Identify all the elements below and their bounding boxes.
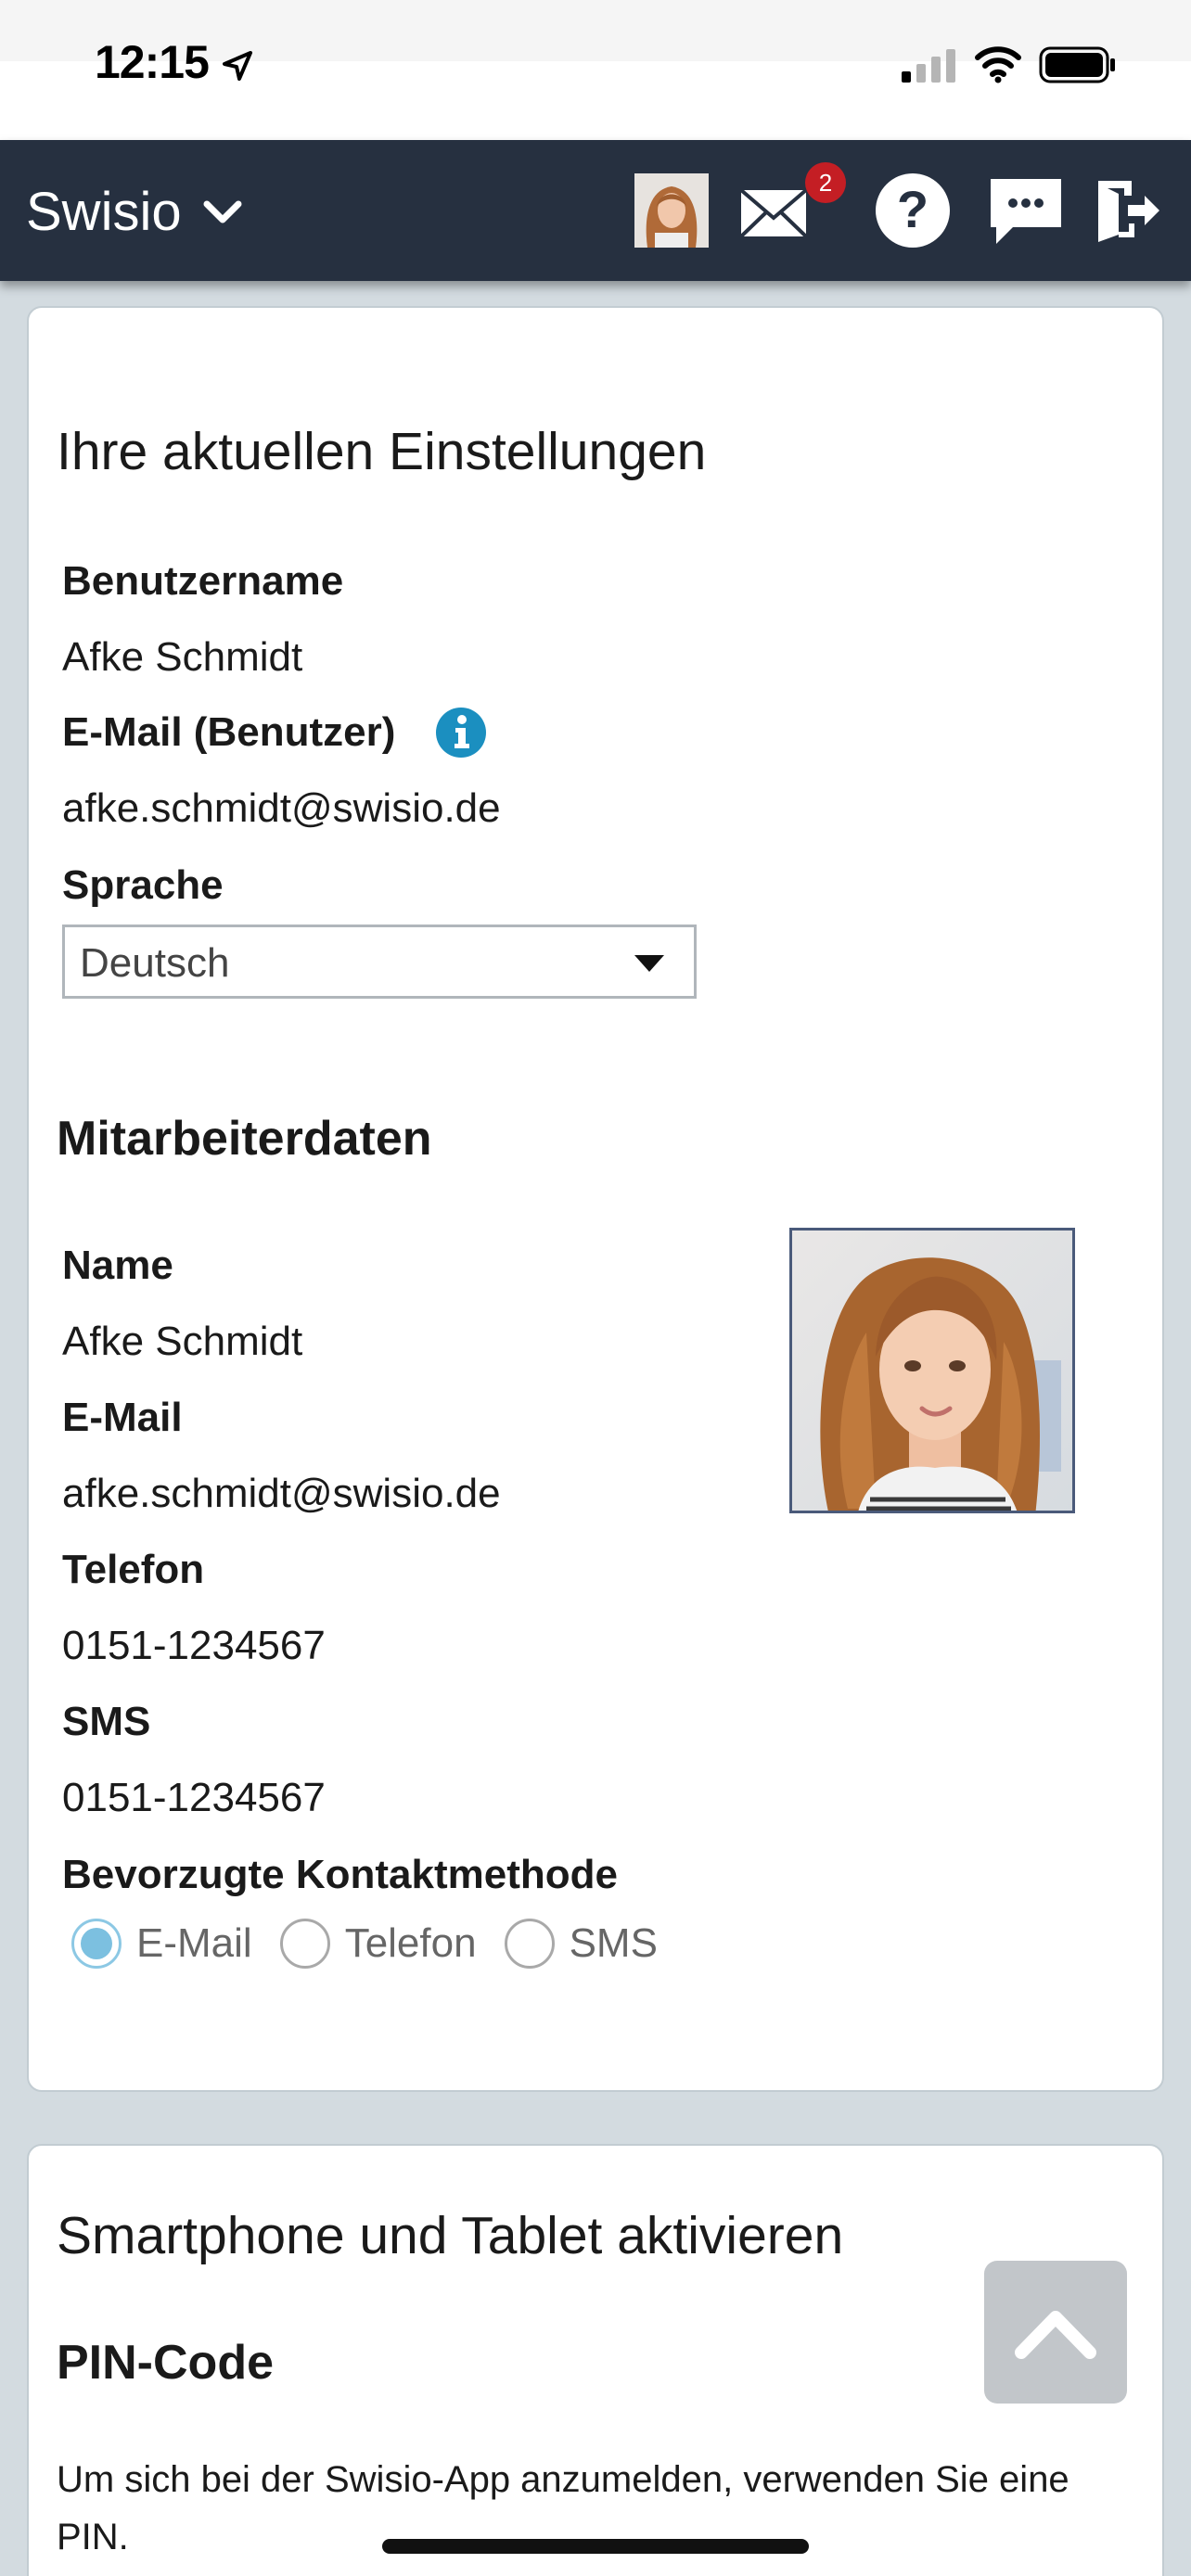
contact-method-group: E-Mail Telefon SMS bbox=[71, 1919, 685, 1969]
help-icon[interactable]: ? bbox=[874, 172, 952, 249]
status-bar: 12:15 bbox=[0, 0, 1191, 140]
user-email-label: E-Mail (Benutzer) bbox=[62, 709, 396, 755]
radio-email[interactable] bbox=[71, 1919, 122, 1969]
location-arrow-icon bbox=[223, 51, 252, 81]
status-time: 12:15 bbox=[95, 36, 210, 88]
chat-icon[interactable] bbox=[987, 172, 1065, 249]
header-avatar[interactable] bbox=[634, 173, 709, 248]
home-indicator bbox=[382, 2539, 809, 2554]
app-header: Swisio 2 ? bbox=[0, 140, 1191, 281]
devices-title: Smartphone und Tablet aktivieren bbox=[57, 2206, 844, 2265]
sms-value: 0151-1234567 bbox=[62, 1775, 326, 1820]
scroll-to-top-button[interactable] bbox=[984, 2261, 1127, 2404]
language-label: Sprache bbox=[62, 862, 224, 908]
name-label: Name bbox=[62, 1243, 173, 1288]
radio-phone[interactable] bbox=[279, 1919, 330, 1969]
email-label: E-Mail bbox=[62, 1395, 183, 1440]
radio-phone-label[interactable]: Telefon bbox=[345, 1920, 477, 1967]
username-value: Afke Schmidt bbox=[62, 634, 303, 680]
info-icon[interactable] bbox=[435, 707, 487, 759]
language-select[interactable]: Deutsch bbox=[62, 925, 697, 999]
employee-title: Mitarbeiterdaten bbox=[57, 1112, 432, 1166]
email-value: afke.schmidt@swisio.de bbox=[62, 1471, 501, 1516]
mail-icon[interactable] bbox=[738, 185, 809, 240]
mail-count-badge: 2 bbox=[805, 162, 846, 203]
settings-card: Ihre aktuellen Einstellungen Benutzernam… bbox=[27, 306, 1164, 2092]
name-value: Afke Schmidt bbox=[62, 1319, 303, 1364]
brand-name: Swisio bbox=[26, 182, 182, 242]
sms-label: SMS bbox=[62, 1699, 151, 1744]
brand-menu[interactable]: Swisio bbox=[26, 181, 243, 243]
chevron-up-icon bbox=[1015, 2311, 1096, 2359]
battery-icon bbox=[1039, 46, 1115, 83]
phone-value: 0151-1234567 bbox=[62, 1623, 326, 1668]
username-label: Benutzername bbox=[62, 558, 344, 604]
wifi-icon bbox=[975, 46, 1021, 83]
radio-email-label[interactable]: E-Mail bbox=[136, 1920, 252, 1967]
phone-label: Telefon bbox=[62, 1547, 205, 1592]
language-selected: Deutsch bbox=[80, 940, 230, 986]
pin-title: PIN-Code bbox=[57, 2336, 274, 2390]
radio-sms-label[interactable]: SMS bbox=[570, 1920, 658, 1967]
user-email-value: afke.schmidt@swisio.de bbox=[62, 785, 501, 831]
employee-photo bbox=[789, 1228, 1075, 1513]
chevron-down-icon bbox=[203, 200, 242, 223]
contact-method-label: Bevorzugte Kontaktmethode bbox=[62, 1852, 618, 1897]
svg-text:?: ? bbox=[897, 180, 928, 238]
signal-icon bbox=[902, 49, 955, 83]
logout-icon[interactable] bbox=[1095, 177, 1161, 244]
radio-sms[interactable] bbox=[504, 1919, 555, 1969]
settings-title: Ihre aktuellen Einstellungen bbox=[57, 422, 707, 481]
caret-down-icon bbox=[634, 955, 664, 972]
